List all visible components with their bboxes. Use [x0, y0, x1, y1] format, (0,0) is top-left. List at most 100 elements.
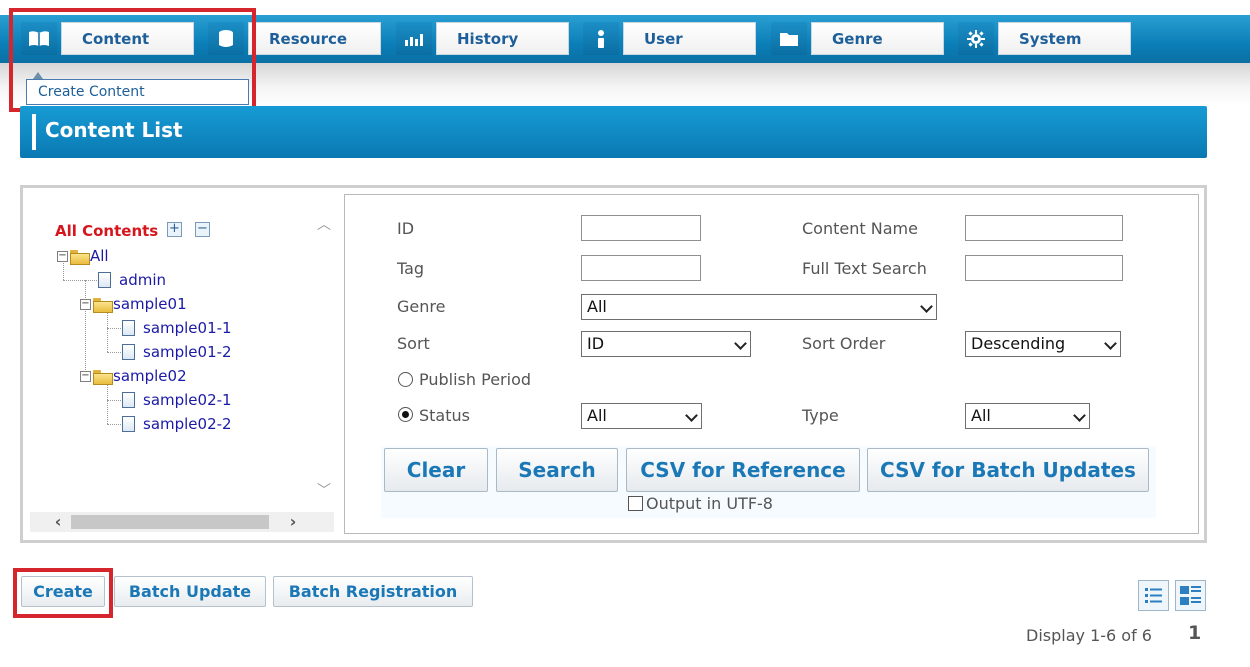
- csv-for-reference-button[interactable]: CSV for Reference: [626, 448, 860, 492]
- gear-icon: [958, 22, 994, 55]
- tree-node-all[interactable]: − All: [57, 246, 109, 266]
- tree-node-sample01-1[interactable]: sample01-1: [122, 318, 232, 338]
- type-label: Type: [802, 406, 839, 425]
- sort-select[interactable]: ID: [581, 331, 751, 357]
- folder-icon: [93, 369, 113, 385]
- tree-line: [107, 352, 121, 353]
- sort-select-value: ID: [587, 334, 605, 353]
- chevron-down-icon: [734, 337, 747, 350]
- content-tree-pane: All Contents + − − All admin − sample01 …: [30, 194, 333, 536]
- nav-label-system[interactable]: System: [998, 22, 1131, 55]
- status-select[interactable]: All: [581, 403, 702, 429]
- id-input[interactable]: [581, 215, 701, 241]
- tree-line: [107, 400, 121, 401]
- scrollbar-thumb[interactable]: [71, 515, 269, 529]
- page-number-link[interactable]: 1: [1188, 622, 1201, 644]
- tag-label: Tag: [397, 259, 425, 278]
- tree-node-sample01-2[interactable]: sample01-2: [122, 342, 232, 362]
- nav-label-history[interactable]: History: [436, 22, 569, 55]
- type-select-value: All: [971, 406, 991, 425]
- tree-node-label[interactable]: admin: [119, 271, 166, 289]
- csv-for-batch-updates-button[interactable]: CSV for Batch Updates: [867, 448, 1149, 492]
- tree-node-label[interactable]: sample02: [113, 367, 187, 385]
- create-button[interactable]: Create: [21, 576, 105, 607]
- document-icon: [122, 344, 135, 360]
- tree-node-admin[interactable]: admin: [98, 270, 166, 290]
- content-name-input[interactable]: [965, 215, 1123, 241]
- user-icon: [583, 22, 619, 55]
- status-label: Status: [419, 406, 470, 425]
- folder-icon: [70, 249, 90, 265]
- horizontal-scrollbar[interactable]: ‹ ›: [30, 512, 334, 532]
- tree-node-sample02[interactable]: − sample02: [80, 366, 187, 386]
- search-panel: All Contents + − − All admin − sample01 …: [20, 185, 1207, 543]
- content-name-label: Content Name: [802, 219, 918, 238]
- batch-registration-button[interactable]: Batch Registration: [273, 576, 473, 607]
- chevron-down-icon: [1073, 409, 1086, 422]
- tree-node-label[interactable]: sample02-1: [143, 391, 232, 409]
- tree-line: [107, 424, 121, 425]
- header-accent-bar: [32, 114, 36, 150]
- chevron-down-icon: [1104, 337, 1117, 350]
- scroll-right-icon[interactable]: ›: [283, 512, 303, 532]
- tree-line: [107, 328, 121, 329]
- detail-view-button[interactable]: [1175, 580, 1206, 611]
- collapse-toggle-icon[interactable]: −: [80, 370, 91, 382]
- content-list-header: Content List: [20, 106, 1207, 158]
- collapse-toggle-icon[interactable]: −: [57, 250, 68, 262]
- tag-input[interactable]: [581, 255, 701, 281]
- full-text-search-input[interactable]: [965, 255, 1123, 281]
- database-icon: [208, 22, 244, 55]
- tree-node-label[interactable]: All: [90, 247, 109, 265]
- tree-node-label[interactable]: sample01: [113, 295, 187, 313]
- publish-period-radio[interactable]: [398, 372, 413, 387]
- nav-label-user[interactable]: User: [623, 22, 756, 55]
- tree-title: All Contents: [55, 222, 159, 240]
- tree-node-sample02-1[interactable]: sample02-1: [122, 390, 232, 410]
- scroll-left-icon[interactable]: ‹: [48, 512, 68, 532]
- search-button[interactable]: Search: [496, 448, 618, 492]
- id-label: ID: [397, 219, 415, 238]
- sort-order-select[interactable]: Descending: [965, 331, 1121, 357]
- create-content-menu-item[interactable]: Create Content: [26, 79, 249, 105]
- nav-label-genre[interactable]: Genre: [811, 22, 944, 55]
- collapse-all-icon[interactable]: −: [195, 222, 210, 237]
- type-select[interactable]: All: [965, 403, 1090, 429]
- utf8-label: Output in UTF-8: [646, 494, 773, 513]
- collapse-toggle-icon[interactable]: −: [80, 298, 91, 310]
- scroll-up-icon[interactable]: ︿: [316, 214, 332, 233]
- scroll-down-icon[interactable]: ﹀: [316, 480, 332, 499]
- sort-order-select-value: Descending: [971, 334, 1066, 353]
- tree-node-label[interactable]: sample02-2: [143, 415, 232, 433]
- utf8-checkbox[interactable]: [628, 496, 643, 511]
- genre-label: Genre: [397, 297, 446, 316]
- app-window: Content Resource History User Genre Syst…: [0, 0, 1250, 667]
- folder-icon: [771, 22, 807, 55]
- bar-chart-icon: [396, 22, 432, 55]
- full-text-search-label: Full Text Search: [802, 259, 927, 278]
- tree-node-label[interactable]: sample01-1: [143, 319, 232, 337]
- document-icon: [122, 320, 135, 336]
- status-radio[interactable]: [398, 407, 413, 422]
- clear-button[interactable]: Clear: [384, 448, 488, 492]
- tree-node-label[interactable]: sample01-2: [143, 343, 232, 361]
- document-icon: [122, 416, 135, 432]
- list-view-icon: [1145, 588, 1162, 603]
- chevron-down-icon: [920, 300, 933, 313]
- genre-select[interactable]: All: [581, 294, 937, 320]
- document-icon: [122, 392, 135, 408]
- publish-period-label: Publish Period: [419, 370, 532, 389]
- display-count-text: Display 1-6 of 6: [1026, 626, 1152, 645]
- list-view-button[interactable]: [1138, 580, 1169, 611]
- nav-label-resource[interactable]: Resource: [248, 22, 381, 55]
- folder-icon: [93, 297, 113, 313]
- tree-node-sample01[interactable]: − sample01: [80, 294, 187, 314]
- batch-update-button[interactable]: Batch Update: [114, 576, 266, 607]
- detail-view-icon: [1180, 586, 1201, 605]
- dropdown-pointer: [33, 72, 43, 79]
- nav-label-content[interactable]: Content: [61, 22, 194, 55]
- status-select-value: All: [587, 406, 607, 425]
- sort-order-label: Sort Order: [802, 334, 886, 353]
- expand-all-icon[interactable]: +: [167, 222, 182, 237]
- tree-node-sample02-2[interactable]: sample02-2: [122, 414, 232, 434]
